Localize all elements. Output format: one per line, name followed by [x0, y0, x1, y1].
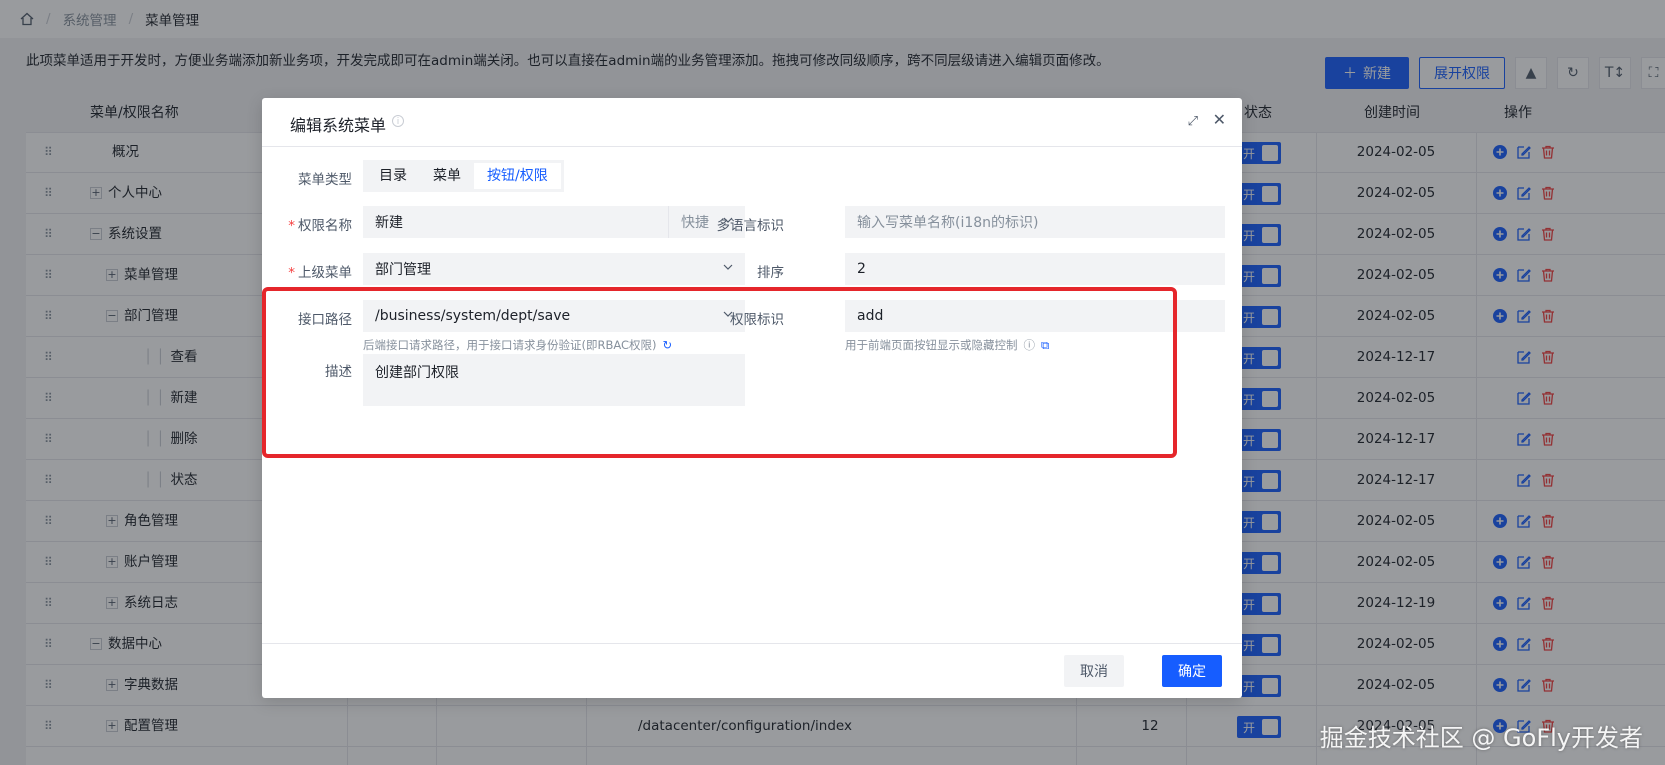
i18n-input[interactable]: 输入写菜单名称(i18n的标识)	[845, 206, 1225, 238]
close-icon[interactable]: ✕	[1213, 110, 1226, 129]
perm-name-label-text: 权限名称	[298, 218, 352, 234]
parent-menu-value: 部门管理	[375, 262, 431, 278]
menu-type-label: 菜单类型	[298, 172, 352, 188]
sort-label: 排序	[757, 265, 784, 281]
dialog-footer: 取消 确定	[262, 643, 1242, 698]
perm-name-label: * 权限名称	[262, 214, 352, 234]
required-mark: *	[288, 265, 295, 281]
watermark: 掘金技术社区 @ GoFly开发者	[1319, 724, 1643, 752]
dialog-title: 编辑系统菜单	[290, 116, 387, 135]
info-icon: i	[392, 115, 404, 127]
i18n-label: 多语言标识	[716, 218, 785, 234]
info-icon: ⓘ	[1023, 338, 1036, 352]
fullscreen-icon[interactable]: ⤢	[1188, 114, 1198, 129]
api-path-value: /business/system/dept/save	[375, 308, 571, 324]
perm-name-input[interactable]: 新建	[363, 206, 668, 238]
sort-value: 2	[857, 261, 866, 277]
perm-id-hint: 用于前端页面按钮显示或隐藏控制 ⓘ ⧉	[845, 337, 1049, 353]
perm-id-label: 权限标识	[730, 312, 784, 328]
api-path-hint: 后端接口请求路径，用于接口请求身份验证(即RBAC权限) ↻	[363, 337, 672, 353]
copy-icon[interactable]: ⧉	[1041, 338, 1049, 353]
confirm-button[interactable]: 确定	[1162, 655, 1222, 687]
description-label: 描述	[325, 364, 352, 380]
perm-id-input[interactable]: add	[845, 300, 1225, 332]
page: / 系统管理 / 菜单管理 此项菜单适用于开发时，方便业务端添加新业务项，开发完…	[0, 0, 1665, 765]
refresh-icon[interactable]: ↻	[663, 338, 673, 352]
cancel-button[interactable]: 取消	[1064, 655, 1124, 687]
i18n-placeholder: 输入写菜单名称(i18n的标识)	[857, 215, 1039, 231]
perm-id-hint-text: 用于前端页面按钮显示或隐藏控制	[845, 338, 1018, 352]
description-textarea[interactable]: 创建部门权限	[363, 354, 745, 406]
required-mark: *	[288, 218, 295, 234]
sort-input[interactable]: 2	[845, 253, 1225, 285]
type-option-button[interactable]: 按钮/权限	[474, 163, 561, 189]
perm-id-value: add	[857, 308, 884, 324]
parent-menu-label-text: 上级菜单	[298, 265, 352, 281]
perm-name-value: 新建	[375, 215, 403, 231]
parent-menu-label: * 上级菜单	[262, 261, 352, 281]
dialog-header: 编辑系统菜单 i ⤢ ✕	[262, 98, 1242, 147]
description-value: 创建部门权限	[375, 365, 459, 381]
type-option-menu[interactable]: 菜单	[420, 163, 474, 189]
api-path-hint-text: 后端接口请求路径，用于接口请求身份验证(即RBAC权限)	[363, 338, 657, 352]
menu-type-segmented: 目录 菜单 按钮/权限	[363, 160, 564, 192]
api-path-label: 接口路径	[298, 312, 352, 328]
edit-menu-dialog: 编辑系统菜单 i ⤢ ✕ 菜单类型 目录 菜单 按钮/权限 * 权限名称 新建 快…	[262, 98, 1242, 698]
type-option-directory[interactable]: 目录	[366, 163, 420, 189]
